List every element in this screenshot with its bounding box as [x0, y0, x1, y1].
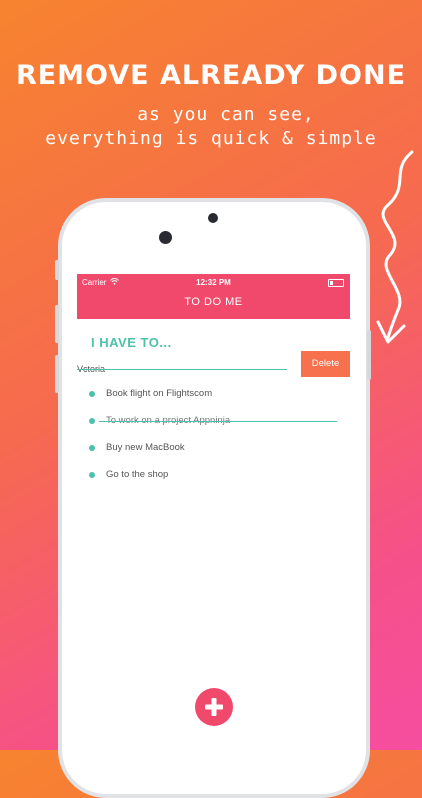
phone-speaker — [208, 213, 218, 223]
todo-card — [77, 319, 350, 750]
todo-item-text: Go to the shop — [106, 469, 169, 480]
bullet-dot-icon — [89, 418, 95, 424]
todo-item-text: Book flight on Flightscom — [106, 388, 213, 399]
app-screen: Carrier 12:32 PM TO DO ME I HAVE TO... V… — [77, 274, 350, 750]
app-title: TO DO ME — [184, 296, 243, 308]
phone-volume-down — [55, 355, 59, 393]
battery-icon — [328, 279, 344, 287]
todo-item-completed[interactable]: To work on a project Appninja — [77, 413, 350, 431]
todo-item[interactable]: Go to the shop — [77, 467, 350, 485]
bullet-dot-icon — [89, 391, 95, 397]
strikethrough-line — [77, 369, 287, 370]
plus-icon — [205, 698, 223, 716]
todo-item[interactable]: Buy new MacBook — [77, 440, 350, 458]
section-title: I HAVE TO... — [91, 335, 172, 350]
status-time: 12:32 PM — [196, 278, 231, 287]
subheadline-line-1: as you can see, — [137, 104, 315, 125]
add-todo-button[interactable] — [195, 688, 233, 726]
subheadline-line-2: everything is quick & simple — [45, 128, 377, 149]
phone-power-button — [367, 330, 371, 380]
app-header: Carrier 12:32 PM TO DO ME — [77, 274, 350, 319]
phone-side-button — [55, 260, 59, 280]
headline: REMOVE ALREADY DONE — [15, 60, 407, 91]
phone-camera — [159, 231, 172, 244]
bullet-dot-icon — [89, 472, 95, 478]
phone-volume-up — [55, 305, 59, 343]
todo-item[interactable]: Book flight on Flightscom — [77, 386, 350, 404]
bullet-dot-icon — [89, 445, 95, 451]
status-bar: Carrier 12:32 PM — [77, 277, 350, 291]
delete-button[interactable]: Delete — [301, 351, 350, 377]
swiped-todo-item[interactable]: Vctoria Delete — [77, 349, 350, 377]
strikethrough-line — [99, 421, 337, 422]
todo-item-text: Buy new MacBook — [106, 442, 185, 453]
